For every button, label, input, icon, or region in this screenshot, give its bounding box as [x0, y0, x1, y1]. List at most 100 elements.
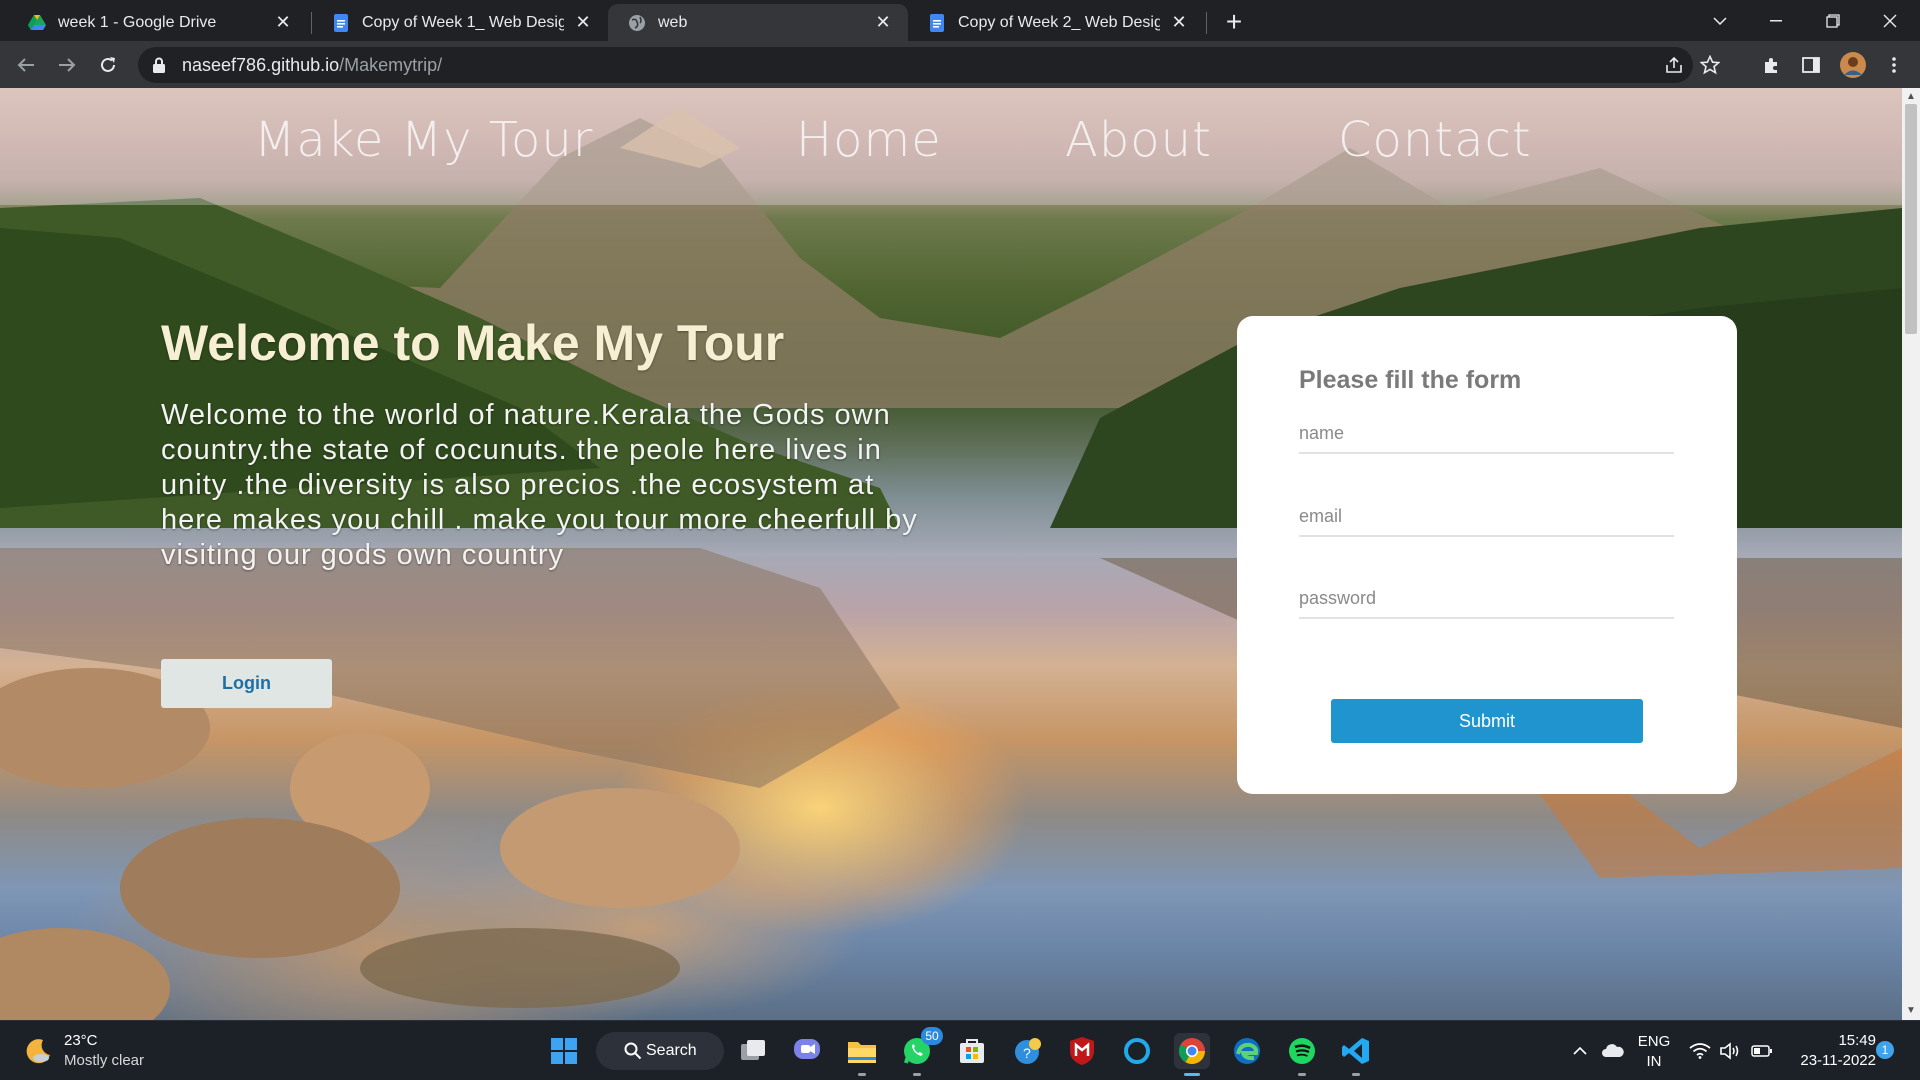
minimize-icon	[1770, 19, 1782, 21]
start-button[interactable]	[546, 1033, 582, 1069]
tab-title: Copy of Week 1_ Web Designing	[362, 13, 564, 31]
file-explorer-app[interactable]	[844, 1033, 880, 1069]
input-language[interactable]: ENG	[1636, 1033, 1672, 1050]
close-window-button[interactable]	[1862, 0, 1918, 41]
running-indicator	[1352, 1073, 1360, 1076]
cortana-app[interactable]	[1119, 1033, 1155, 1069]
page-scrollbar[interactable]: ▲ ▼	[1902, 88, 1920, 1020]
volume-tray[interactable]	[1716, 1033, 1744, 1069]
minimize-button[interactable]	[1748, 0, 1804, 41]
browser-toolbar: naseef786.github.io /Makemytrip/	[0, 41, 1920, 88]
wifi-icon	[1689, 1043, 1711, 1059]
running-indicator	[913, 1073, 921, 1076]
scrollbar-thumb[interactable]	[1905, 104, 1917, 334]
search-icon	[624, 1042, 642, 1060]
tips-app[interactable]: ?	[1010, 1033, 1046, 1069]
weather-temperature[interactable]: 23°C	[64, 1032, 98, 1049]
task-view-icon	[741, 1040, 765, 1060]
windows-taskbar: 23°C Mostly clear Search 50 ? ENG IN 15:…	[0, 1020, 1920, 1080]
extensions-button[interactable]	[1758, 51, 1786, 79]
name-field[interactable]: name	[1299, 414, 1674, 454]
chrome-icon	[1178, 1038, 1206, 1065]
nav-link-about[interactable]: About	[1065, 112, 1212, 168]
scroll-up-arrow-icon[interactable]: ▲	[1906, 92, 1916, 102]
brand-logo-text[interactable]: Make My Tour	[254, 112, 593, 168]
site-navbar: Make My Tour Home About Contact	[0, 88, 1902, 205]
star-icon	[1700, 55, 1720, 75]
vscode-app[interactable]	[1338, 1033, 1374, 1069]
email-field[interactable]: email	[1299, 497, 1674, 537]
puzzle-icon	[1765, 58, 1777, 73]
taskbar-search[interactable]: Search	[596, 1032, 724, 1070]
close-icon[interactable]: ✕	[272, 12, 294, 34]
google-drive-icon	[28, 14, 46, 32]
tab-web[interactable]: web ✕	[608, 4, 908, 41]
reload-button[interactable]	[92, 49, 124, 81]
lock-icon	[153, 57, 165, 73]
weather-description[interactable]: Mostly clear	[64, 1052, 144, 1069]
show-hidden-icons-button[interactable]	[1568, 1033, 1592, 1069]
restore-button[interactable]	[1805, 0, 1861, 41]
login-button[interactable]: Login	[161, 659, 332, 708]
chrome-app[interactable]	[1174, 1033, 1210, 1069]
url-host: naseef786.github.io	[182, 54, 340, 75]
weather-widget[interactable]	[20, 1033, 56, 1069]
forward-button[interactable]	[51, 49, 83, 81]
folder-icon	[848, 1042, 876, 1063]
close-icon[interactable]: ✕	[1168, 12, 1190, 34]
hero-title: Welcome to Make My Tour	[161, 315, 785, 371]
running-indicator	[1298, 1073, 1306, 1076]
speaker-icon	[1720, 1042, 1739, 1060]
tab-week1-doc[interactable]: Copy of Week 1_ Web Designing ✕	[312, 4, 608, 41]
clock-date[interactable]: 23-11-2022	[1788, 1052, 1876, 1069]
cortana-ring-icon	[1124, 1038, 1150, 1064]
nav-link-home[interactable]: Home	[796, 112, 942, 168]
notification-badge[interactable]: 1	[1876, 1041, 1894, 1059]
teams-chat-app[interactable]	[789, 1033, 825, 1069]
tab-separator	[1206, 12, 1207, 34]
chrome-menu-button[interactable]	[1880, 51, 1908, 79]
tab-google-drive[interactable]: week 1 - Google Drive ✕	[8, 4, 308, 41]
vscode-icon	[1342, 1038, 1369, 1064]
side-panel-icon	[1802, 57, 1820, 73]
cloud-icon	[1602, 1044, 1624, 1057]
more-vertical-icon	[1892, 57, 1896, 73]
active-app-indicator	[1184, 1073, 1200, 1076]
chevron-down-icon	[1713, 16, 1727, 25]
arrow-right-icon	[59, 58, 76, 72]
browser-tab-strip: week 1 - Google Drive ✕ Copy of Week 1_ …	[0, 0, 1920, 41]
url-path: /Makemytrip/	[339, 54, 443, 75]
submit-button[interactable]: Submit	[1331, 699, 1643, 743]
close-icon[interactable]: ✕	[872, 12, 894, 34]
spotify-app[interactable]	[1284, 1033, 1320, 1069]
close-icon[interactable]: ✕	[572, 12, 594, 34]
side-panel-button[interactable]	[1797, 51, 1825, 79]
share-button[interactable]	[1660, 51, 1688, 79]
onedrive-tray[interactable]	[1598, 1033, 1628, 1069]
bookmark-button[interactable]	[1696, 51, 1724, 79]
svg-text:?: ?	[1023, 1045, 1031, 1061]
task-view-button[interactable]	[735, 1033, 771, 1069]
whatsapp-app[interactable]: 50	[899, 1027, 943, 1069]
wifi-tray[interactable]	[1686, 1033, 1714, 1069]
battery-tray[interactable]	[1748, 1033, 1776, 1069]
profile-avatar[interactable]	[1839, 51, 1867, 79]
tab-week2-doc[interactable]: Copy of Week 2_ Web Designing ✕	[908, 4, 1204, 41]
new-tab-button[interactable]: +	[1218, 6, 1250, 38]
edge-app[interactable]	[1229, 1033, 1265, 1069]
tab-title: web	[658, 13, 688, 31]
address-bar[interactable]: naseef786.github.io /Makemytrip/	[138, 47, 1720, 83]
password-field[interactable]: password	[1299, 579, 1674, 619]
signup-form-card: Please fill the form name email password…	[1237, 316, 1737, 794]
nav-link-contact[interactable]: Contact	[1338, 112, 1532, 168]
scroll-down-arrow-icon[interactable]: ▼	[1906, 1006, 1916, 1016]
microsoft-store-app[interactable]	[954, 1033, 990, 1069]
tab-search-button[interactable]	[1692, 0, 1748, 41]
clock-time[interactable]: 15:49	[1790, 1032, 1876, 1049]
globe-icon	[628, 14, 646, 32]
close-icon	[1883, 14, 1897, 27]
input-region[interactable]: IN	[1636, 1053, 1672, 1070]
mcafee-app[interactable]	[1064, 1033, 1100, 1069]
google-docs-icon	[332, 13, 350, 32]
back-button[interactable]	[10, 49, 42, 81]
